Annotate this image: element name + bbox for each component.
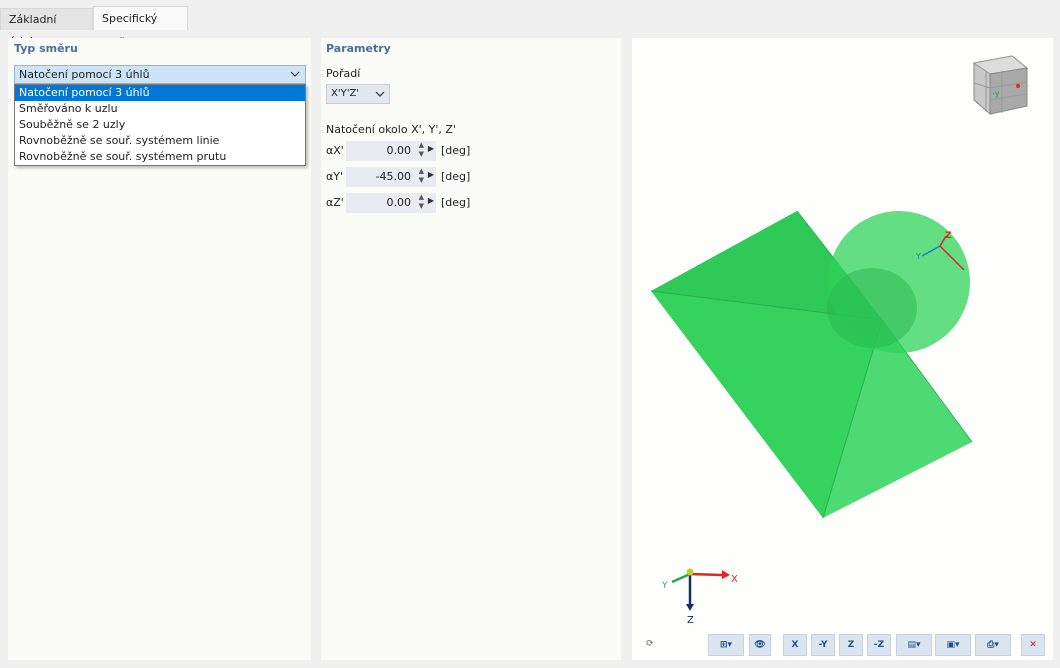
alpha-x-value: 0.00 xyxy=(386,144,412,157)
poradi-value: X'Y'Z' xyxy=(331,88,360,99)
angle-row-y: αY' -45.00 ▲ ▼ ▶ [deg] xyxy=(326,167,526,187)
alpha-x-symbol: αX' xyxy=(326,144,344,157)
spinner-icon[interactable]: ▲ ▼ xyxy=(419,193,424,211)
dropdown-option[interactable]: Směřováno k uzlu xyxy=(15,101,305,117)
angle-row-z: αZ' 0.00 ▲ ▼ ▶ [deg] xyxy=(326,193,526,213)
view-neg-z-label: -Z xyxy=(873,640,885,650)
reset-view-icon[interactable]: ✕ xyxy=(1021,634,1045,656)
alpha-x-unit: [deg] xyxy=(441,144,471,157)
y-axis-label: Y xyxy=(661,581,668,591)
box-view-button[interactable]: ▣▾ xyxy=(935,634,971,656)
alpha-z-input[interactable]: 0.00 ▲ ▼ ▶ xyxy=(346,193,436,213)
angle-row-x: αX' 0.00 ▲ ▼ ▶ [deg] xyxy=(326,141,526,161)
print-button[interactable]: ⎙▾ xyxy=(975,634,1011,656)
spinner-icon[interactable]: ▲ ▼ xyxy=(419,141,424,159)
play-arrow-icon[interactable]: ▶ xyxy=(428,196,434,205)
alpha-z-symbol: αZ' xyxy=(326,196,344,209)
poradi-label: Pořadí xyxy=(326,67,361,80)
typ-smeru-combobox[interactable]: Natočení pomocí 3 úhlů xyxy=(14,65,306,84)
alpha-y-unit: [deg] xyxy=(441,170,471,183)
numbering-button[interactable]: ⊞▾ xyxy=(708,634,744,656)
tab-bar: Základní údaje Specifický směr xyxy=(0,0,1060,49)
view-cube-icon[interactable]: -y xyxy=(972,55,1029,115)
alpha-y-symbol: αY' xyxy=(326,170,343,183)
view-neg-y-button[interactable]: -Y xyxy=(811,634,835,656)
natoceni-label: Natočení okolo X', Y', Z' xyxy=(326,123,456,136)
view-x-label: X xyxy=(791,640,799,650)
global-axes-icon: X Y Z xyxy=(661,568,738,626)
visibility-button[interactable]: 👁 xyxy=(749,634,771,656)
chevron-down-icon xyxy=(290,67,300,84)
parametry-panel: Parametry Pořadí X'Y'Z' Natočení okolo X… xyxy=(321,38,621,660)
x-axis-label: X xyxy=(731,574,738,585)
play-arrow-icon[interactable]: ▶ xyxy=(428,144,434,153)
chevron-down-icon xyxy=(375,87,385,104)
svg-text:-y: -y xyxy=(992,89,1000,98)
tab-specificky-smer[interactable]: Specifický směr xyxy=(93,6,188,49)
alpha-y-value: -45.00 xyxy=(375,170,411,183)
parametry-title: Parametry xyxy=(326,42,391,55)
view-z-button[interactable]: Z xyxy=(839,634,863,656)
view-neg-y-label: -Y xyxy=(818,640,828,650)
alpha-z-value: 0.00 xyxy=(386,196,412,209)
local-z-label: Z xyxy=(945,231,952,241)
typ-smeru-dropdown-list: Natočení pomocí 3 úhlů Směřováno k uzlu … xyxy=(14,84,306,166)
3d-viewport[interactable]: -y Z Y X Y Z ⟳ ⊞▾ 👁 X -Y Z -Z ▤▾ ▣▾ ⎙▾ ✕ xyxy=(632,38,1053,660)
alpha-x-input[interactable]: 0.00 ▲ ▼ ▶ xyxy=(346,141,436,161)
dropdown-option[interactable]: Natočení pomocí 3 úhlů xyxy=(15,85,305,101)
render-mode-button[interactable]: ▤▾ xyxy=(896,634,932,656)
typ-smeru-panel: Typ směru Natočení pomocí 3 úhlů Natočen… xyxy=(8,38,311,660)
refresh-view-icon[interactable]: ⟳ xyxy=(638,634,662,656)
view-x-button[interactable]: X xyxy=(783,634,807,656)
spinner-icon[interactable]: ▲ ▼ xyxy=(419,167,424,185)
typ-smeru-title: Typ směru xyxy=(14,42,78,55)
dropdown-option[interactable]: Rovnoběžně se souř. systémem prutu xyxy=(15,149,305,165)
combo-selected-value: Natočení pomocí 3 úhlů xyxy=(19,68,150,81)
z-axis-label: Z xyxy=(687,615,694,626)
view-z-label: Z xyxy=(847,640,855,650)
local-y-label: Y xyxy=(915,252,921,261)
poradi-select[interactable]: X'Y'Z' xyxy=(326,84,390,104)
play-arrow-icon[interactable]: ▶ xyxy=(428,170,434,179)
tab-zakladni-udaje[interactable]: Základní údaje xyxy=(0,8,93,48)
alpha-y-input[interactable]: -45.00 ▲ ▼ ▶ xyxy=(346,167,436,187)
alpha-z-unit: [deg] xyxy=(441,196,471,209)
view-neg-z-button[interactable]: -Z xyxy=(867,634,891,656)
dropdown-option[interactable]: Rovnoběžně se souř. systémem linie xyxy=(15,133,305,149)
3d-scene: -y Z Y X Y Z xyxy=(650,55,1029,626)
dropdown-option[interactable]: Souběžně se 2 uzly xyxy=(15,117,305,133)
